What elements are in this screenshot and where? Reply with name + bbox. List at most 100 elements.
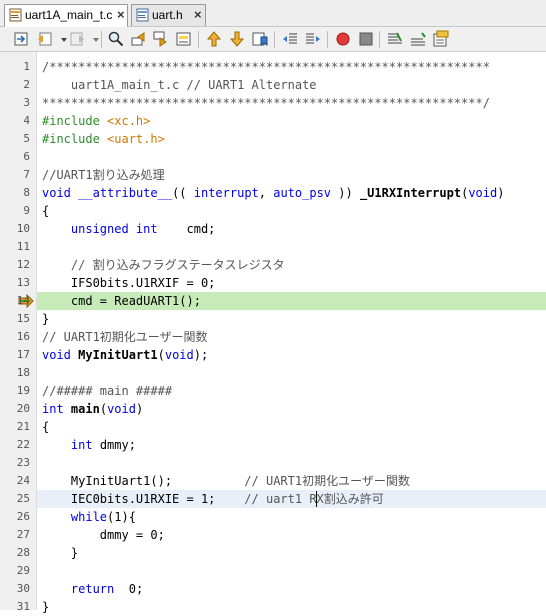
code-line[interactable]: 31} [0,598,546,616]
line-number: 2 [23,78,30,91]
code-line[interactable]: 23 [0,454,546,472]
code-token: MyInitUart1(); [42,474,245,488]
line-number: 5 [23,132,30,145]
comment-icon[interactable] [386,30,404,48]
code-line[interactable]: 1 /**************************************… [0,58,546,76]
code-text: IFS0bits.U1RXIF = 0; [42,274,216,292]
code-token: unsigned int [70,222,158,236]
line-number: 22 [16,438,30,451]
code-token: interrupt [193,186,259,200]
code-line[interactable]: 29 [0,562,546,580]
code-line[interactable]: 13 IFS0bits.U1RXIF = 0; [0,274,546,292]
tab-uart1a-main[interactable]: uart1A_main_t.c × [4,4,128,27]
code-line[interactable]: 30 return 0; [0,580,546,598]
code-line[interactable]: 14 cmd = ReadUART1(); [0,292,546,310]
code-line[interactable]: 7 //UART1割り込み処理 [0,166,546,184]
dropdown-icon[interactable] [87,30,99,48]
code-line[interactable]: 28 } [0,544,546,562]
code-token: /***************************************… [42,60,490,74]
shift-left-icon[interactable] [281,30,299,48]
line-number: 24 [16,474,30,487]
tab-uart-h[interactable]: uart.h × [131,4,206,26]
stop-macro-icon[interactable] [357,30,375,48]
toggle-highlight-icon[interactable] [175,30,193,48]
code-text: return 0; [42,580,143,598]
code-text: //##### main ##### [42,382,172,400]
code-text: ****************************************… [42,94,490,112]
code-text: void __attribute__(( interrupt, auto_psv… [42,184,504,202]
code-line[interactable]: 21 { [0,418,546,436]
next-bookmark-icon[interactable] [228,30,246,48]
line-number: 25 [16,492,30,505]
code-token: } [42,600,50,614]
code-text: while(1){ [42,508,136,526]
code-line[interactable]: 18 [0,364,546,382]
start-macro-icon[interactable] [334,30,352,48]
code-token: ( [99,402,108,416]
code-line[interactable]: 5 #include <uart.h> [0,130,546,148]
code-token: (1){ [107,510,136,524]
code-line[interactable]: 20 int main(void) [0,400,546,418]
code-token: // 割り込みフラグステータスレジスタ [42,258,285,272]
code-token: #include [42,132,108,146]
code-text: IEC0bits.U1RXIE = 1; // uart1 RX割込み許可 [42,490,384,508]
line-number: 12 [16,258,30,271]
error-stripe-icon[interactable] [432,30,450,48]
code-line[interactable]: 27 dmmy = 0; [0,526,546,544]
find-icon[interactable] [107,30,125,48]
find-next-icon[interactable] [152,30,170,48]
toolbar-separator [198,31,199,48]
close-icon[interactable]: × [194,5,202,25]
find-previous-icon[interactable] [130,30,148,48]
code-line[interactable]: 26 while(1){ [0,508,546,526]
code-token: void [164,348,194,362]
code-text: //UART1割り込み処理 [42,166,165,184]
code-line[interactable]: 25 IEC0bits.U1RXIE = 1; // uart1 RX割込み許可 [0,490,546,508]
code-line[interactable]: 3 ***************************************… [0,94,546,112]
line-number: 10 [16,222,30,235]
code-line[interactable]: 12 // 割り込みフラグステータスレジスタ [0,256,546,274]
code-token: } [42,546,79,560]
line-number: 7 [23,168,30,181]
line-number: 9 [23,204,30,217]
dropdown-icon[interactable] [55,30,67,48]
code-line[interactable]: 4 #include <xc.h> [0,112,546,130]
code-line[interactable]: 2 uart1A_main_t.c // UART1 Alternate [0,76,546,94]
code-line[interactable]: 19 //##### main ##### [0,382,546,400]
code-line[interactable]: 22 int dmmy; [0,436,546,454]
code-token: // uart1 RX割込み許可 [244,492,384,506]
code-line[interactable]: 24 MyInitUart1(); // UART1初期化ユーザー関数 [0,472,546,490]
code-line[interactable]: 16 // UART1初期化ユーザー関数 [0,328,546,346]
code-text: } [42,544,78,562]
code-line[interactable]: 9{ [0,202,546,220]
code-token: } [42,312,50,326]
code-text: int main(void) [42,400,143,418]
code-token: return [70,582,115,596]
code-line[interactable]: 8 void __attribute__(( interrupt, auto_ps… [0,184,546,202]
code-line[interactable]: 15} [0,310,546,328]
code-token: IFS0bits.U1RXIF = 0; [42,276,216,290]
line-number: 13 [16,276,30,289]
code-line[interactable]: 10 unsigned int cmd; [0,220,546,238]
code-line[interactable]: 11 [0,238,546,256]
code-token: // UART1初期化ユーザー関数 [244,474,410,488]
code-line[interactable]: 17 void MyInitUart1(void); [0,346,546,364]
toggle-bookmark-icon[interactable] [251,30,269,48]
uncomment-icon[interactable] [409,30,427,48]
shift-right-icon[interactable] [304,30,322,48]
back-icon[interactable] [36,30,54,48]
code-line[interactable]: 6 [0,148,546,166]
code-editor[interactable]: 1 /**************************************… [0,52,546,614]
code-token: void [42,186,71,200]
previous-bookmark-icon[interactable] [205,30,223,48]
last-edit-icon[interactable] [12,30,30,48]
close-icon[interactable]: × [117,5,125,25]
code-text: /***************************************… [42,58,490,76]
code-text: void MyInitUart1(void); [42,346,208,364]
code-token: { [42,420,50,434]
line-number: 29 [16,564,30,577]
forward-icon[interactable] [68,30,86,48]
